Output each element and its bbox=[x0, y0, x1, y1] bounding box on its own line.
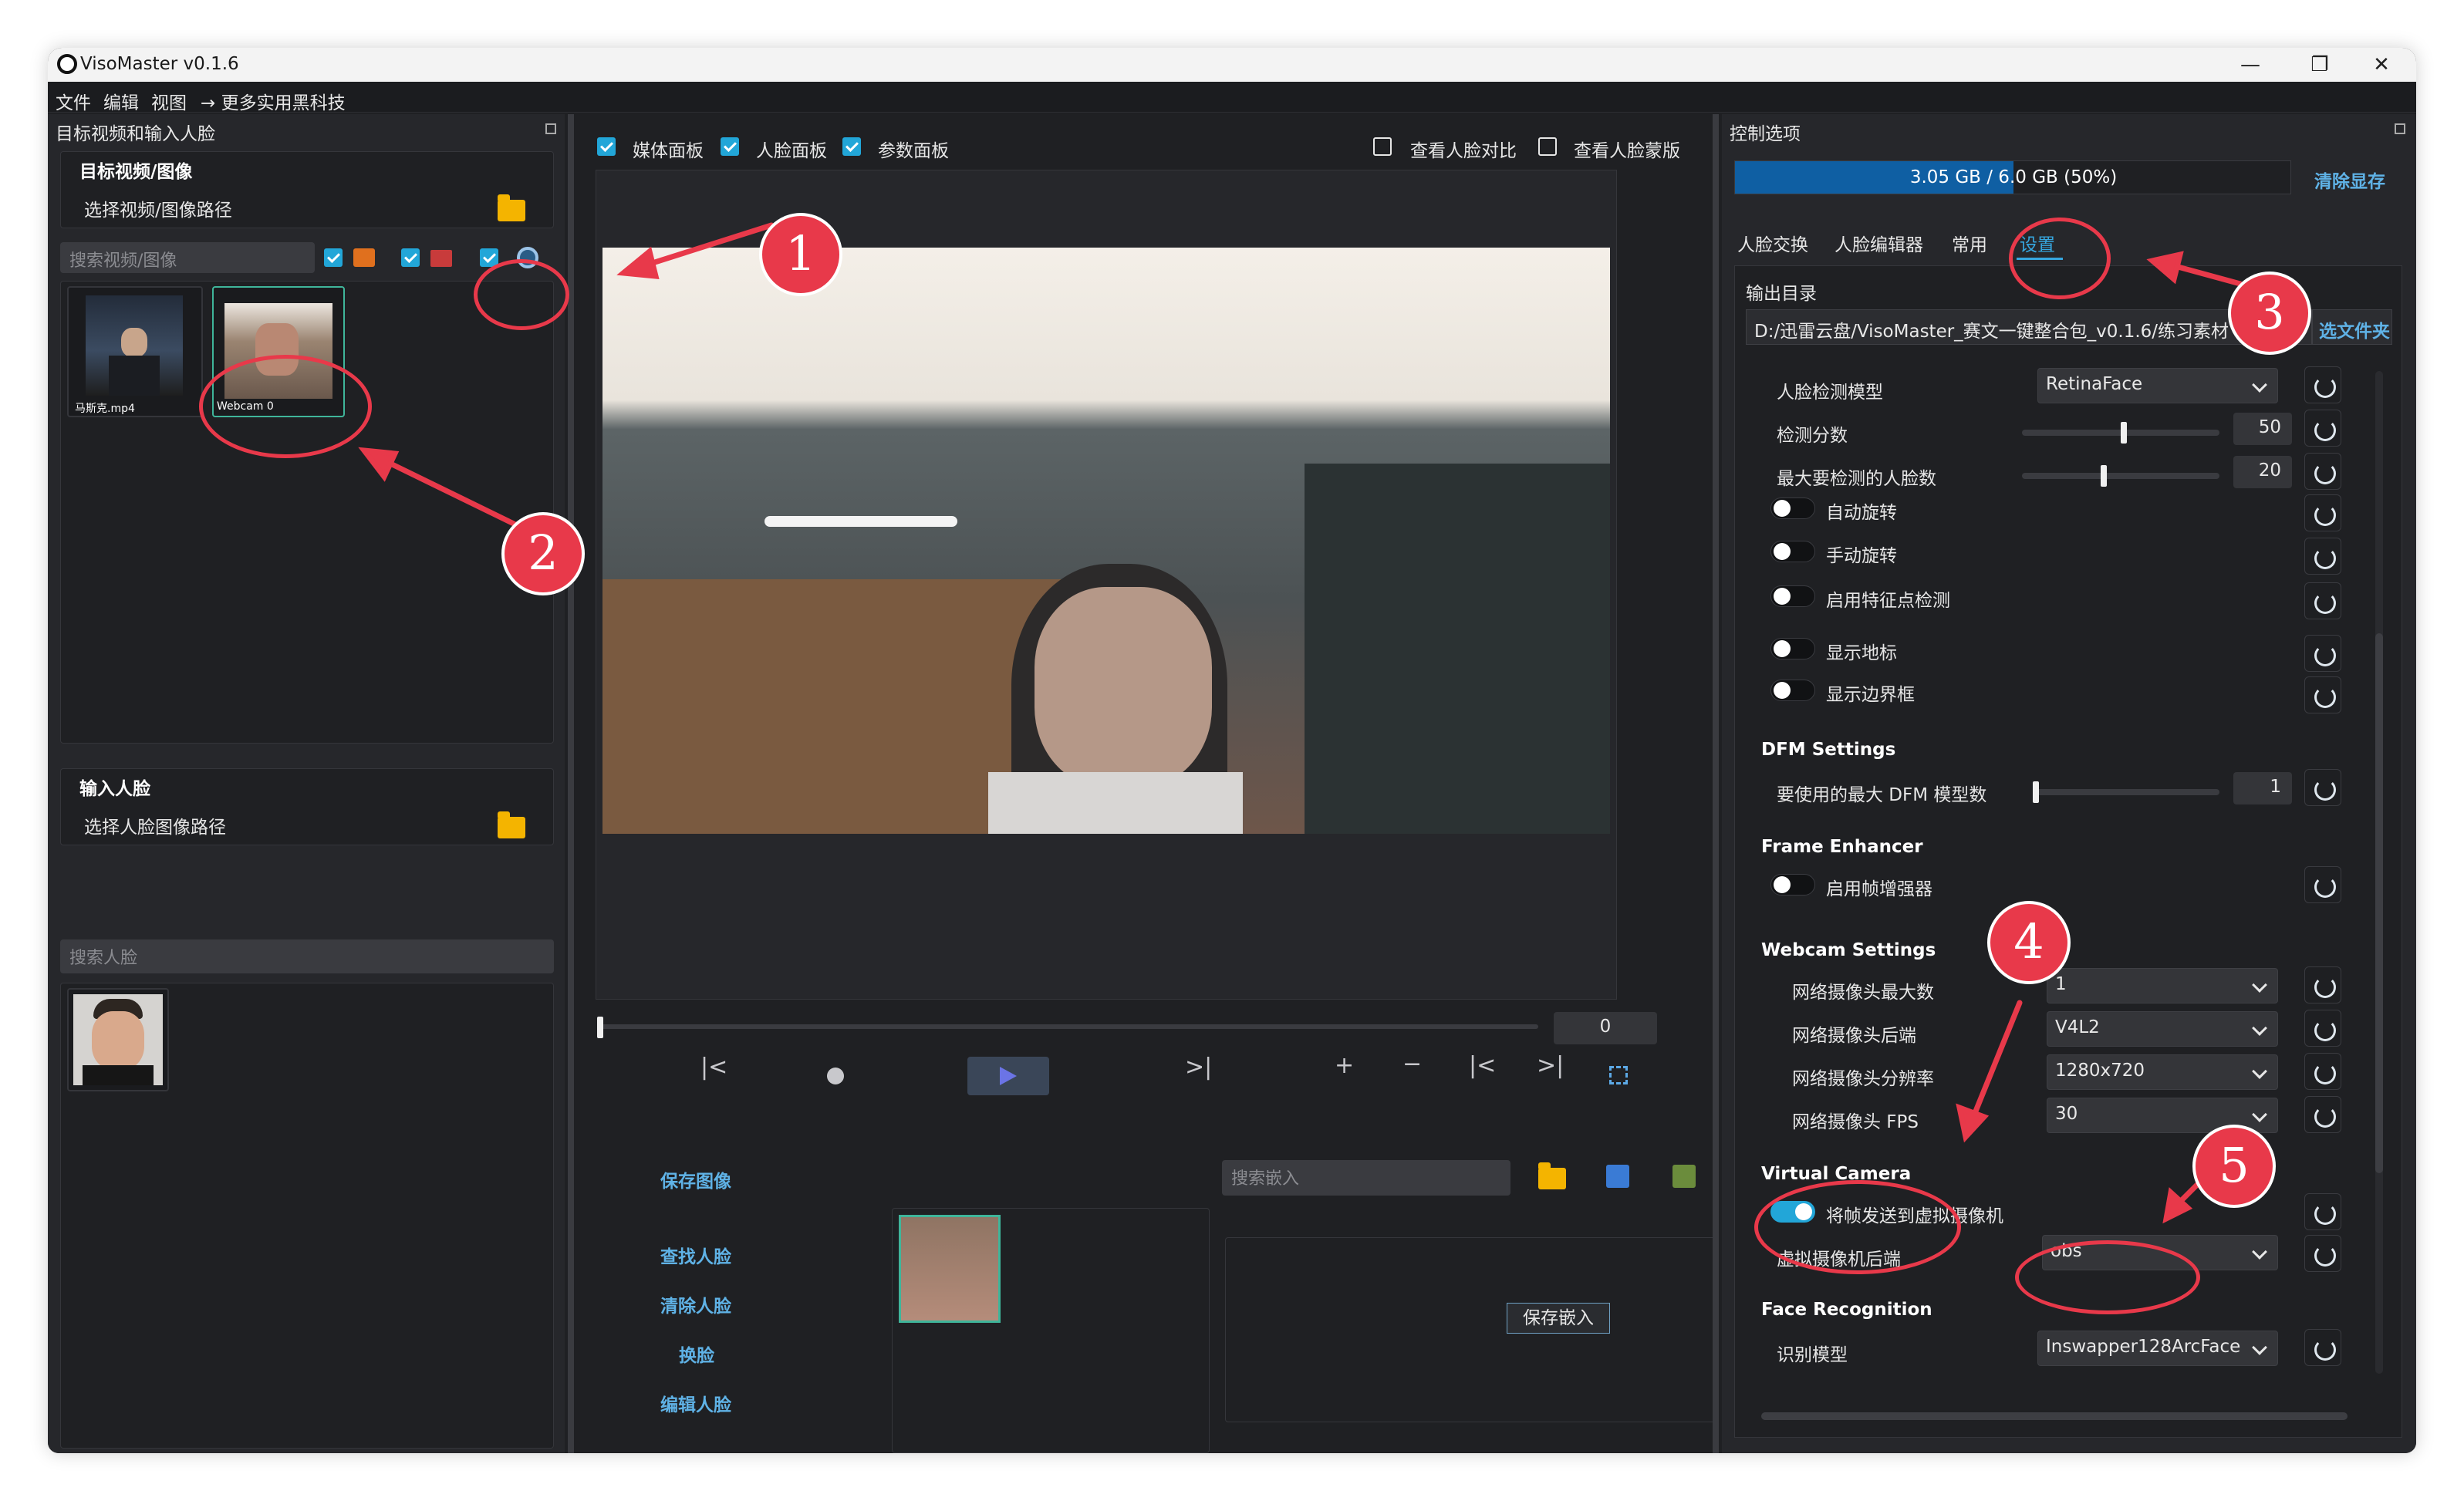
annotation-number: 4 bbox=[1987, 901, 2071, 984]
annotation-number: 5 bbox=[2192, 1125, 2276, 1208]
annotation-circle bbox=[199, 355, 372, 458]
annotation-circle bbox=[474, 259, 569, 330]
annotation-number: 1 bbox=[759, 213, 842, 296]
annotation-circle bbox=[1754, 1180, 1961, 1274]
annotation-number: 3 bbox=[2228, 272, 2311, 355]
annotation-number: 2 bbox=[501, 512, 585, 595]
annotation-circle bbox=[2009, 218, 2111, 299]
annotation-circle bbox=[2015, 1240, 2200, 1314]
